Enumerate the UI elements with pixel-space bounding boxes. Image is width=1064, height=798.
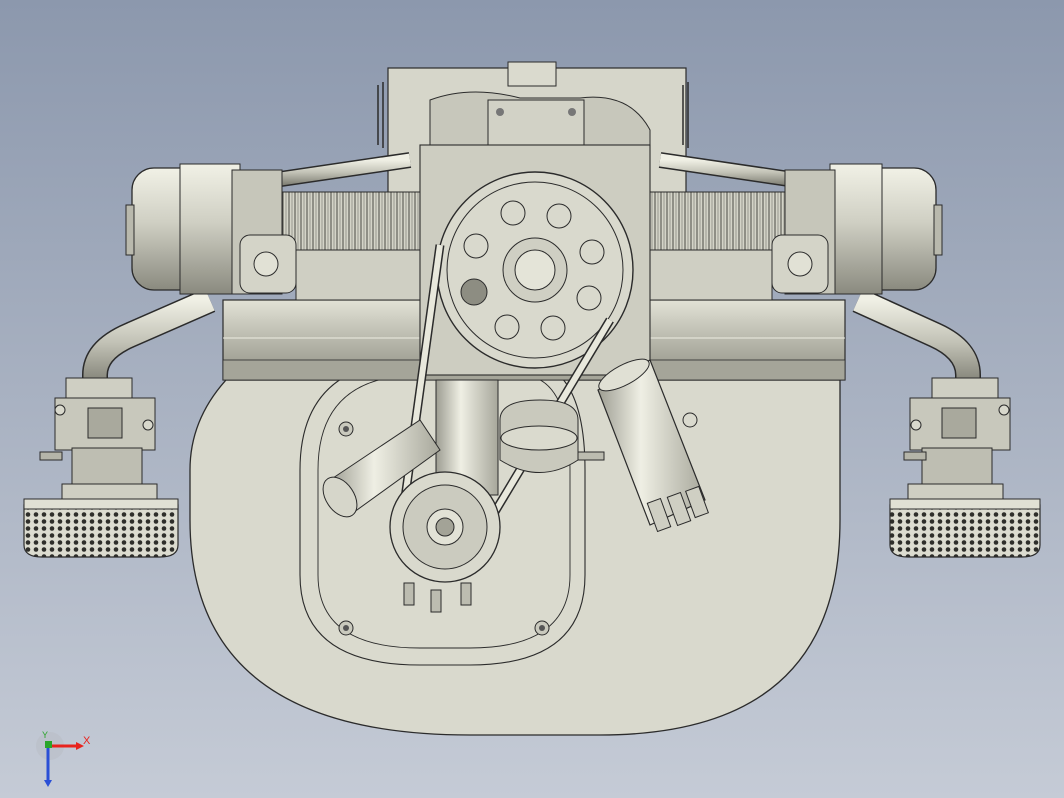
- left-air-filter[interactable]: [23, 498, 179, 558]
- left-carburetor[interactable]: [39, 377, 158, 503]
- right-carburetor[interactable]: [903, 377, 1011, 503]
- engine-model[interactable]: [0, 0, 1064, 798]
- graphics-viewport[interactable]: X Y: [0, 0, 1064, 798]
- x-axis-label: X: [83, 735, 91, 747]
- right-air-filter[interactable]: [889, 498, 1041, 558]
- orientation-triad: X Y: [36, 730, 106, 788]
- y-axis-label: Y: [42, 730, 49, 740]
- left-valve-cover[interactable]: [125, 163, 297, 295]
- right-valve-cover[interactable]: [771, 163, 943, 295]
